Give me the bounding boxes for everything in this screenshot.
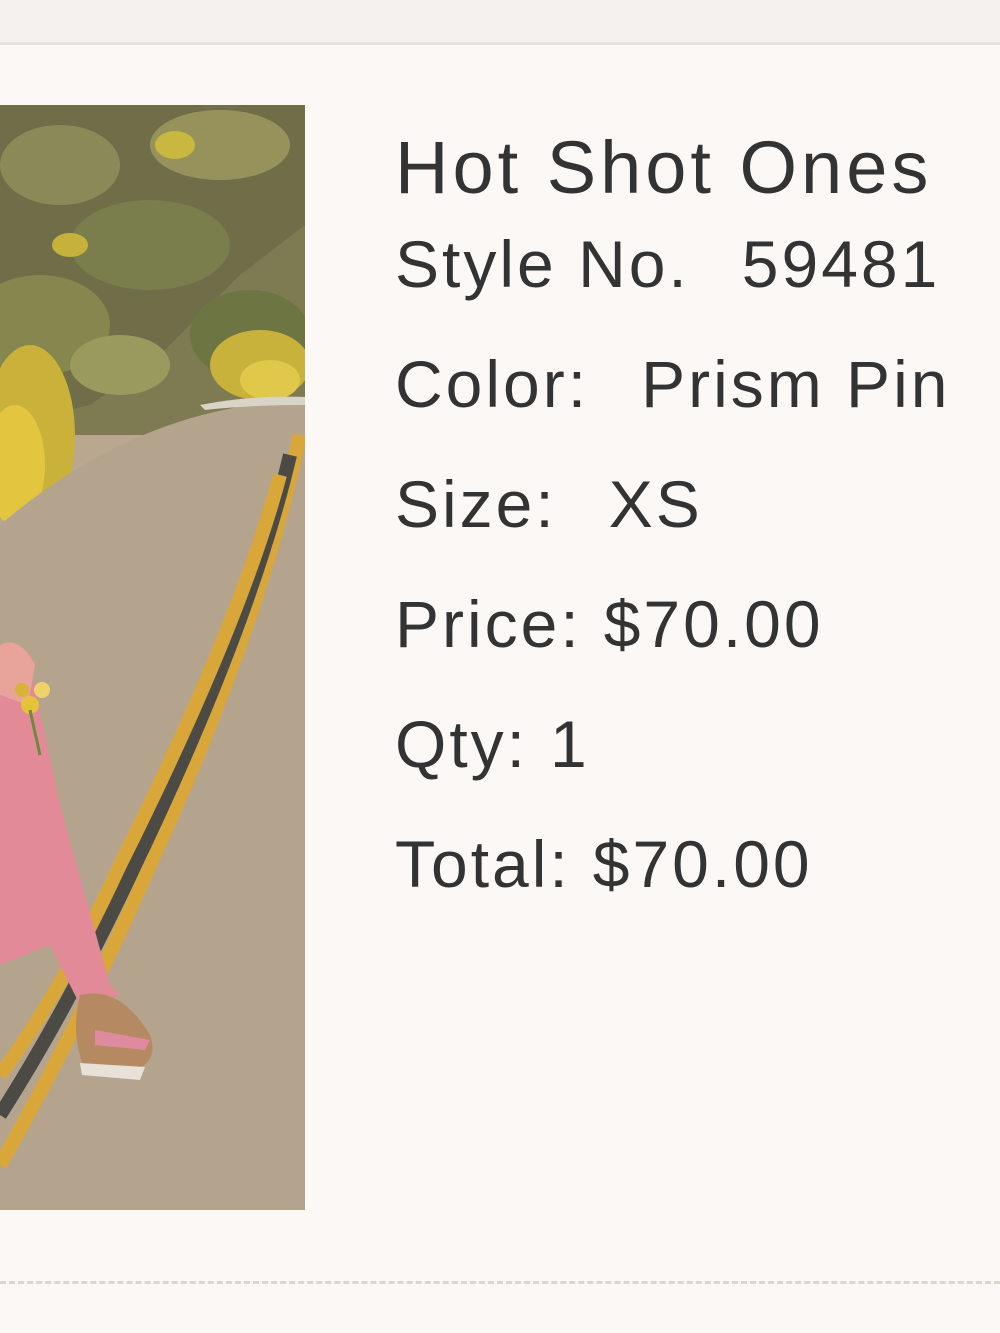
size-row: Size: XS bbox=[395, 468, 1000, 588]
price-label: Price: bbox=[395, 587, 582, 661]
size-label: Size: bbox=[395, 467, 557, 541]
price-value: $70.00 bbox=[603, 587, 824, 661]
style-row: Style No. 59481 bbox=[395, 228, 1000, 348]
product-title: Hot Shot Ones bbox=[395, 126, 933, 209]
color-label: Color: bbox=[395, 347, 590, 421]
product-image[interactable] bbox=[0, 105, 305, 1210]
style-label: Style No. bbox=[395, 227, 690, 301]
size-value: XS bbox=[608, 467, 703, 541]
order-item-page: Hot Shot Ones Style No. 59481 Color: Prism… bbox=[0, 0, 1000, 1333]
total-row: Total: $70.00 bbox=[395, 828, 1000, 948]
top-divider bbox=[0, 42, 1000, 45]
qty-value: 1 bbox=[550, 707, 590, 781]
total-label: Total: bbox=[395, 827, 571, 901]
color-value: Prism Pin bbox=[641, 347, 951, 421]
qty-row: Qty: 1 bbox=[395, 708, 1000, 828]
color-row: Color: Prism Pin bbox=[395, 348, 1000, 468]
qty-label: Qty: bbox=[395, 707, 529, 781]
total-value: $70.00 bbox=[592, 827, 813, 901]
price-row: Price: $70.00 bbox=[395, 588, 1000, 708]
product-details: Hot Shot Ones Style No. 59481 Color: Prism… bbox=[395, 118, 1000, 948]
style-value: 59481 bbox=[741, 227, 941, 301]
top-bar bbox=[0, 0, 1000, 42]
dashed-divider bbox=[0, 1281, 1000, 1284]
